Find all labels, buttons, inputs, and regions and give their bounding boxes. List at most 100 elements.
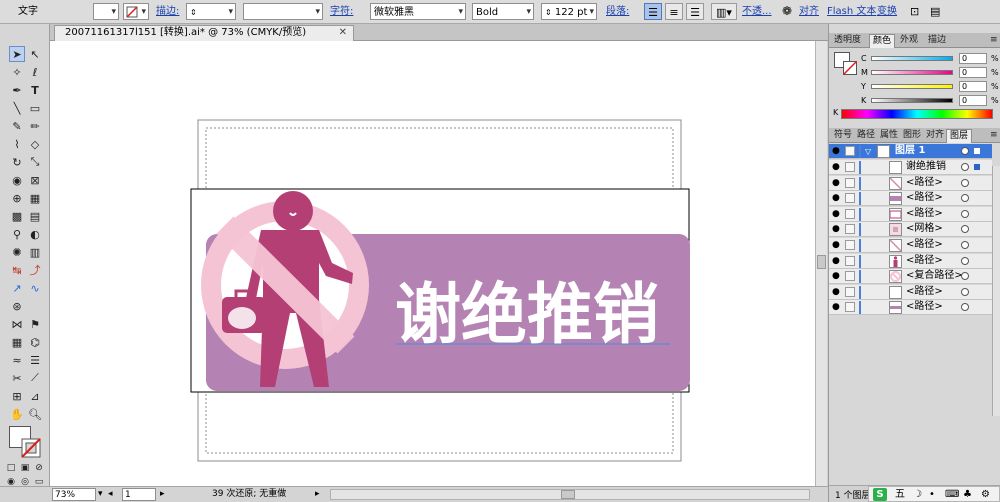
fill-swatch-dropdown[interactable]: [93, 3, 119, 20]
gradient-tool-icon[interactable]: ▤: [27, 208, 43, 224]
item-target-icon[interactable]: [961, 225, 969, 234]
layers-panel-tab[interactable]: 符号: [831, 129, 855, 143]
channel-slider[interactable]: [871, 56, 953, 61]
brush-dropdown[interactable]: [243, 3, 323, 20]
ime-mode[interactable]: 五: [895, 488, 905, 501]
item-name[interactable]: <路径>: [906, 191, 943, 205]
item-target-icon[interactable]: [961, 287, 969, 296]
flag-tool-icon[interactable]: ⚑: [27, 316, 43, 332]
layer-item-row[interactable]: ● 谢绝推销: [829, 160, 992, 175]
item-name[interactable]: <路径>: [906, 285, 943, 299]
lock-toggle[interactable]: [845, 271, 855, 282]
item-target-icon[interactable]: [961, 241, 969, 249]
visibility-eye-icon[interactable]: ●: [832, 177, 844, 190]
layers-panel-tab[interactable]: 属性: [877, 129, 901, 143]
visibility-eye-icon[interactable]: ●: [832, 192, 844, 205]
eyedropper-tool-icon[interactable]: ⚲: [9, 226, 25, 242]
direct-selection-tool-icon[interactable]: ↖: [27, 46, 43, 62]
color-panel-tab[interactable]: 透明度: [831, 34, 864, 48]
column-graph-tool-icon[interactable]: ▥: [27, 244, 43, 260]
visibility-eye-icon[interactable]: ●: [832, 239, 844, 252]
item-name[interactable]: <路径>: [906, 300, 943, 314]
lock-toggle[interactable]: [845, 162, 855, 172]
lock-toggle[interactable]: [845, 255, 855, 266]
artboard-tool-icon[interactable]: ⊞: [9, 388, 25, 404]
lock-toggle[interactable]: [845, 193, 855, 204]
channel-value-input[interactable]: 0: [959, 53, 987, 64]
line-tool-icon[interactable]: ╲: [9, 100, 25, 116]
hand-tool-icon[interactable]: ✋: [9, 406, 25, 422]
eraser-tool-icon[interactable]: ◇: [27, 136, 43, 152]
knife-tool-icon[interactable]: ✂: [9, 370, 25, 386]
visibility-eye-icon[interactable]: ●: [832, 270, 844, 283]
item-name[interactable]: <路径>: [906, 176, 943, 190]
next-artboard-icon[interactable]: ▸: [160, 488, 165, 501]
visibility-eye-icon[interactable]: ●: [832, 161, 844, 174]
zoom-tool-icon[interactable]: 🔍︎: [27, 406, 43, 422]
recolor-icon[interactable]: ❁: [782, 3, 792, 20]
layer-item-row[interactable]: ● <路径>: [829, 191, 992, 207]
sign-text[interactable]: 谢绝推销: [395, 276, 659, 353]
layers-panel-tab[interactable]: 路径: [854, 129, 878, 143]
punctuation-icon[interactable]: •: [929, 488, 935, 501]
color-panel-tab[interactable]: 描边: [925, 34, 949, 48]
halfwidth-icon[interactable]: ☽: [913, 488, 922, 501]
item-name[interactable]: <网格>: [906, 222, 943, 236]
isolate-icon[interactable]: ⊡: [910, 3, 919, 20]
blob-brush-tool-icon[interactable]: ⌇: [9, 136, 25, 152]
color-fill-stroke[interactable]: [834, 52, 858, 76]
lock-toggle[interactable]: [845, 240, 855, 250]
skin-icon[interactable]: ♣: [963, 488, 972, 501]
document-tab[interactable]: 20071161317l151 [转换].ai* @ 73% (CMYK/预览)…: [54, 25, 354, 41]
status-menu-icon[interactable]: ▸: [315, 488, 320, 501]
item-name[interactable]: 谢绝推销: [906, 160, 946, 174]
lock-toggle[interactable]: [845, 224, 855, 235]
layers-panel-tab[interactable]: 图层: [946, 129, 973, 143]
channel-slider[interactable]: [871, 70, 953, 75]
tools-icon[interactable]: ⚙: [981, 488, 990, 501]
rectangle-tool-icon[interactable]: ▭: [27, 100, 43, 116]
channel-slider[interactable]: [871, 84, 953, 89]
item-target-icon[interactable]: [961, 209, 969, 218]
measure-tool-icon[interactable]: ⟋: [27, 370, 43, 386]
visibility-eye-icon[interactable]: ●: [832, 301, 844, 314]
lock-toggle[interactable]: [845, 177, 855, 188]
shape-builder-tool-icon[interactable]: ⊕: [9, 190, 25, 206]
color-stroke-none-icon[interactable]: [843, 61, 857, 75]
layers-panel-menu-icon[interactable]: ≡: [987, 129, 1000, 143]
layer-item-row[interactable]: ● <路径>: [829, 284, 992, 300]
curvature-tool-icon[interactable]: ⤴: [27, 262, 43, 278]
artboard-canvas[interactable]: 谢绝推销: [50, 41, 820, 486]
horizontal-scrollbar[interactable]: [330, 489, 810, 500]
perspective-grid-tool-icon[interactable]: ▩: [9, 208, 25, 224]
character-link[interactable]: 字符:: [330, 3, 353, 20]
slice-tool-icon[interactable]: ⊿: [27, 388, 43, 404]
visibility-eye-icon[interactable]: ●: [832, 208, 844, 221]
item-target-icon[interactable]: [961, 303, 969, 312]
none-mode-icon[interactable]: ⊘: [33, 462, 45, 474]
stroke-weight-input[interactable]: ⇕: [186, 3, 236, 20]
item-target-icon[interactable]: [961, 178, 969, 187]
layer-target-icon[interactable]: [961, 147, 969, 155]
lock-toggle[interactable]: [845, 146, 855, 156]
grid-tool-icon[interactable]: ▦: [9, 334, 25, 350]
first-artboard-icon[interactable]: ◂: [108, 488, 113, 501]
color-spectrum[interactable]: [841, 109, 993, 119]
layer-item-row[interactable]: ● <路径>: [829, 206, 992, 222]
layer-item-row[interactable]: ● <路径>: [829, 300, 992, 316]
wave-tool-icon[interactable]: ∿: [27, 280, 43, 296]
channel-value-input[interactable]: 0: [959, 95, 987, 106]
item-target-icon[interactable]: [961, 256, 969, 265]
layer-item-row[interactable]: ● <复合路径>: [829, 269, 992, 285]
align-right-button[interactable]: ☰: [686, 3, 704, 20]
layer-name[interactable]: 图层 1: [895, 144, 925, 158]
align-link[interactable]: 对齐: [799, 3, 819, 20]
blend-tool-icon[interactable]: ◐: [27, 226, 43, 242]
font-style-select[interactable]: Bold: [472, 3, 534, 20]
gradient-mode-icon[interactable]: ▣: [19, 462, 31, 474]
item-name[interactable]: <路径>: [906, 207, 943, 221]
opacity-link[interactable]: 不透...: [742, 3, 772, 20]
item-name[interactable]: <路径>: [906, 238, 943, 252]
reshape-tool-icon[interactable]: ↗: [9, 280, 25, 296]
lock-toggle[interactable]: [845, 286, 855, 297]
